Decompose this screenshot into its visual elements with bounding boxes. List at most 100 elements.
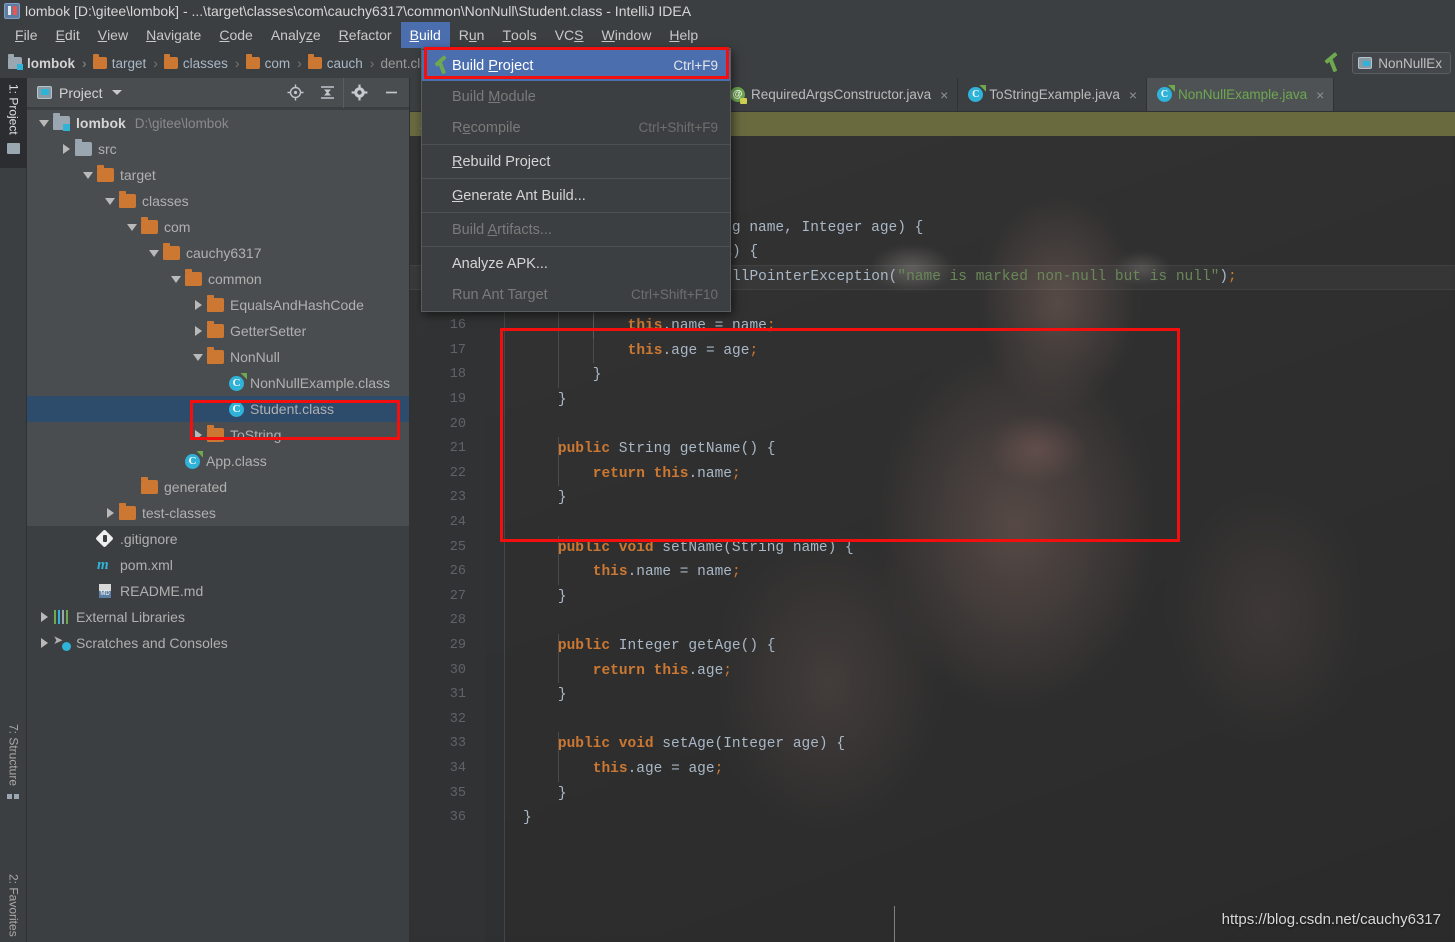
code-line-19[interactable]: } [558, 388, 567, 413]
navbar-right-tools[interactable]: NonNullEx [1322, 48, 1451, 78]
tree-item-nonnullexample-class[interactable]: C NonNullExample.class [27, 370, 409, 396]
breadcrumb-com[interactable]: com › [245, 54, 308, 71]
menu-bar[interactable]: File Edit View Navigate Code Analy z e Refactor B… [0, 22, 1455, 48]
project-panel-tools[interactable] [279, 77, 409, 108]
tree-twisty[interactable] [189, 430, 207, 440]
tree-item-common[interactable]: common [27, 266, 409, 292]
gear-icon[interactable] [343, 77, 375, 108]
code-line-26[interactable]: this.name = name; [593, 560, 741, 585]
code-line-27[interactable]: } [558, 585, 567, 610]
close-icon[interactable]: × [940, 87, 948, 103]
minimize-icon[interactable] [375, 78, 407, 108]
chevron-right-icon[interactable] [106, 508, 114, 518]
chevron-down-icon[interactable] [83, 171, 93, 179]
chevron-down-icon[interactable] [105, 197, 115, 205]
project-tree[interactable]: lombok D:\gitee\lombok src target classes com… [27, 108, 409, 942]
tree-twisty[interactable] [79, 171, 97, 179]
code-line-35[interactable]: } [558, 782, 567, 807]
tree-item-test-classes[interactable]: test-classes [27, 500, 409, 526]
menu-window[interactable]: Window [593, 22, 661, 48]
collapse-all-icon[interactable] [311, 78, 343, 108]
locate-icon[interactable] [279, 78, 311, 108]
tree-item-readme-md[interactable]: README.md [27, 578, 409, 604]
tree-twisty[interactable] [167, 275, 185, 283]
chevron-down-icon[interactable] [193, 353, 203, 361]
menu-analyze[interactable]: Analy z e [262, 22, 330, 48]
tree-item-external-libraries[interactable]: External Libraries [27, 604, 409, 630]
tree-item-classes[interactable]: classes [27, 188, 409, 214]
chevron-right-icon[interactable] [62, 144, 70, 154]
menu-help[interactable]: Help [660, 22, 707, 48]
project-panel-header[interactable]: Project [27, 77, 409, 108]
code-line-30[interactable]: return this.age; [593, 659, 732, 684]
chevron-right-icon[interactable] [194, 326, 202, 336]
menu-view[interactable]: View [89, 22, 137, 48]
tree-item-generated[interactable]: generated [27, 474, 409, 500]
build-hammer-icon[interactable] [1322, 53, 1344, 73]
chevron-right-icon[interactable] [194, 300, 202, 310]
tree-item-com[interactable]: com [27, 214, 409, 240]
chevron-down-icon[interactable] [171, 275, 181, 283]
tree-item-tostring[interactable]: ToString [27, 422, 409, 448]
menu-refactor[interactable]: Refactor [330, 22, 401, 48]
code-line-29[interactable]: public Integer getAge() { [558, 634, 776, 659]
tree-twisty[interactable] [123, 223, 141, 231]
code-line-18[interactable]: } [593, 363, 602, 388]
tree-twisty[interactable] [189, 326, 207, 336]
left-tool-stripe[interactable]: 1: Project 7: Structure 2: Favorites [0, 78, 27, 942]
editor-tab-nonnullexample-java[interactable]: C NonNullExample.java × [1147, 78, 1335, 111]
tool-window-tab-7--structure[interactable]: 7: Structure [0, 718, 27, 823]
breadcrumb-target[interactable]: target › [92, 54, 164, 71]
editor-tab-tostringexample-java[interactable]: C ToStringExample.java × [958, 78, 1148, 111]
menu-run[interactable]: Run [450, 22, 494, 48]
menu-code[interactable]: Code [210, 22, 261, 48]
build-menu-item-analyze-apk[interactable]: Analyze APK... [422, 248, 730, 279]
tool-window-tab-2--favorites[interactable]: 2: Favorites [0, 868, 27, 942]
chevron-right-icon[interactable] [194, 430, 202, 440]
tree-item-cauchy6317[interactable]: cauchy6317 [27, 240, 409, 266]
tree-item-src[interactable]: src [27, 136, 409, 162]
tree-item-gettersetter[interactable]: GetterSetter [27, 318, 409, 344]
chevron-down-icon[interactable] [39, 119, 49, 127]
project-tool-window[interactable]: Project lombok D:\gitee\lombok src target cl… [27, 77, 410, 942]
menu-tools[interactable]: Tools [493, 22, 545, 48]
code-line-16[interactable]: this.name = name; [628, 314, 776, 339]
build-menu-item-generate-ant-build[interactable]: Generate Ant Build... [422, 180, 730, 211]
code-line-33[interactable]: public void setAge(Integer age) { [558, 732, 845, 757]
tree-item-equalsandhashcode[interactable]: EqualsAndHashCode [27, 292, 409, 318]
editor-tab-requiredargsconstructor-java[interactable]: @ RequiredArgsConstructor.java × [720, 78, 959, 111]
tree-twisty[interactable] [57, 144, 75, 154]
chevron-down-icon[interactable] [111, 90, 122, 95]
tree-twisty[interactable] [35, 638, 53, 648]
close-icon[interactable]: × [1316, 87, 1324, 103]
close-icon[interactable]: × [1129, 87, 1137, 103]
tree-twisty[interactable] [145, 249, 163, 257]
tree-twisty[interactable] [189, 300, 207, 310]
chevron-down-icon[interactable] [127, 223, 137, 231]
tool-window-tab-1--project[interactable]: 1: Project [0, 78, 27, 168]
code-line-22[interactable]: return this.name; [593, 462, 741, 487]
tree-twisty[interactable] [35, 612, 53, 622]
tree-item-app-class[interactable]: C App.class [27, 448, 409, 474]
menu-file[interactable]: File [6, 22, 47, 48]
tree-item-pom-xml[interactable]: m pom.xml [27, 552, 409, 578]
run-configuration-selector[interactable]: NonNullEx [1352, 52, 1451, 74]
code-line-36[interactable]: } [523, 806, 532, 831]
tree-twisty[interactable] [189, 353, 207, 361]
breadcrumb-cauch[interactable]: cauch › [307, 54, 381, 71]
build-menu-item-build-project[interactable]: Build Project Ctrl+F9 [422, 50, 730, 81]
tree-twisty[interactable] [101, 508, 119, 518]
code-line-25[interactable]: public void setName(String name) { [558, 536, 854, 561]
tree-item-nonnull[interactable]: NonNull [27, 344, 409, 370]
chevron-right-icon[interactable] [40, 638, 48, 648]
menu-navigate[interactable]: Navigate [137, 22, 210, 48]
code-line-17[interactable]: this.age = age; [628, 339, 759, 364]
chevron-right-icon[interactable] [40, 612, 48, 622]
tree-item-target[interactable]: target [27, 162, 409, 188]
menu-vcs[interactable]: VC S [546, 22, 593, 48]
tree-twisty[interactable] [35, 119, 53, 127]
build-dropdown-menu[interactable]: Build Project Ctrl+F9 Build Module Recompil… [421, 48, 731, 312]
build-menu-item-rebuild-project[interactable]: Rebuild Project [422, 146, 730, 177]
code-line-34[interactable]: this.age = age; [593, 757, 724, 782]
breadcrumb-lombok[interactable]: lombok › [8, 54, 93, 71]
